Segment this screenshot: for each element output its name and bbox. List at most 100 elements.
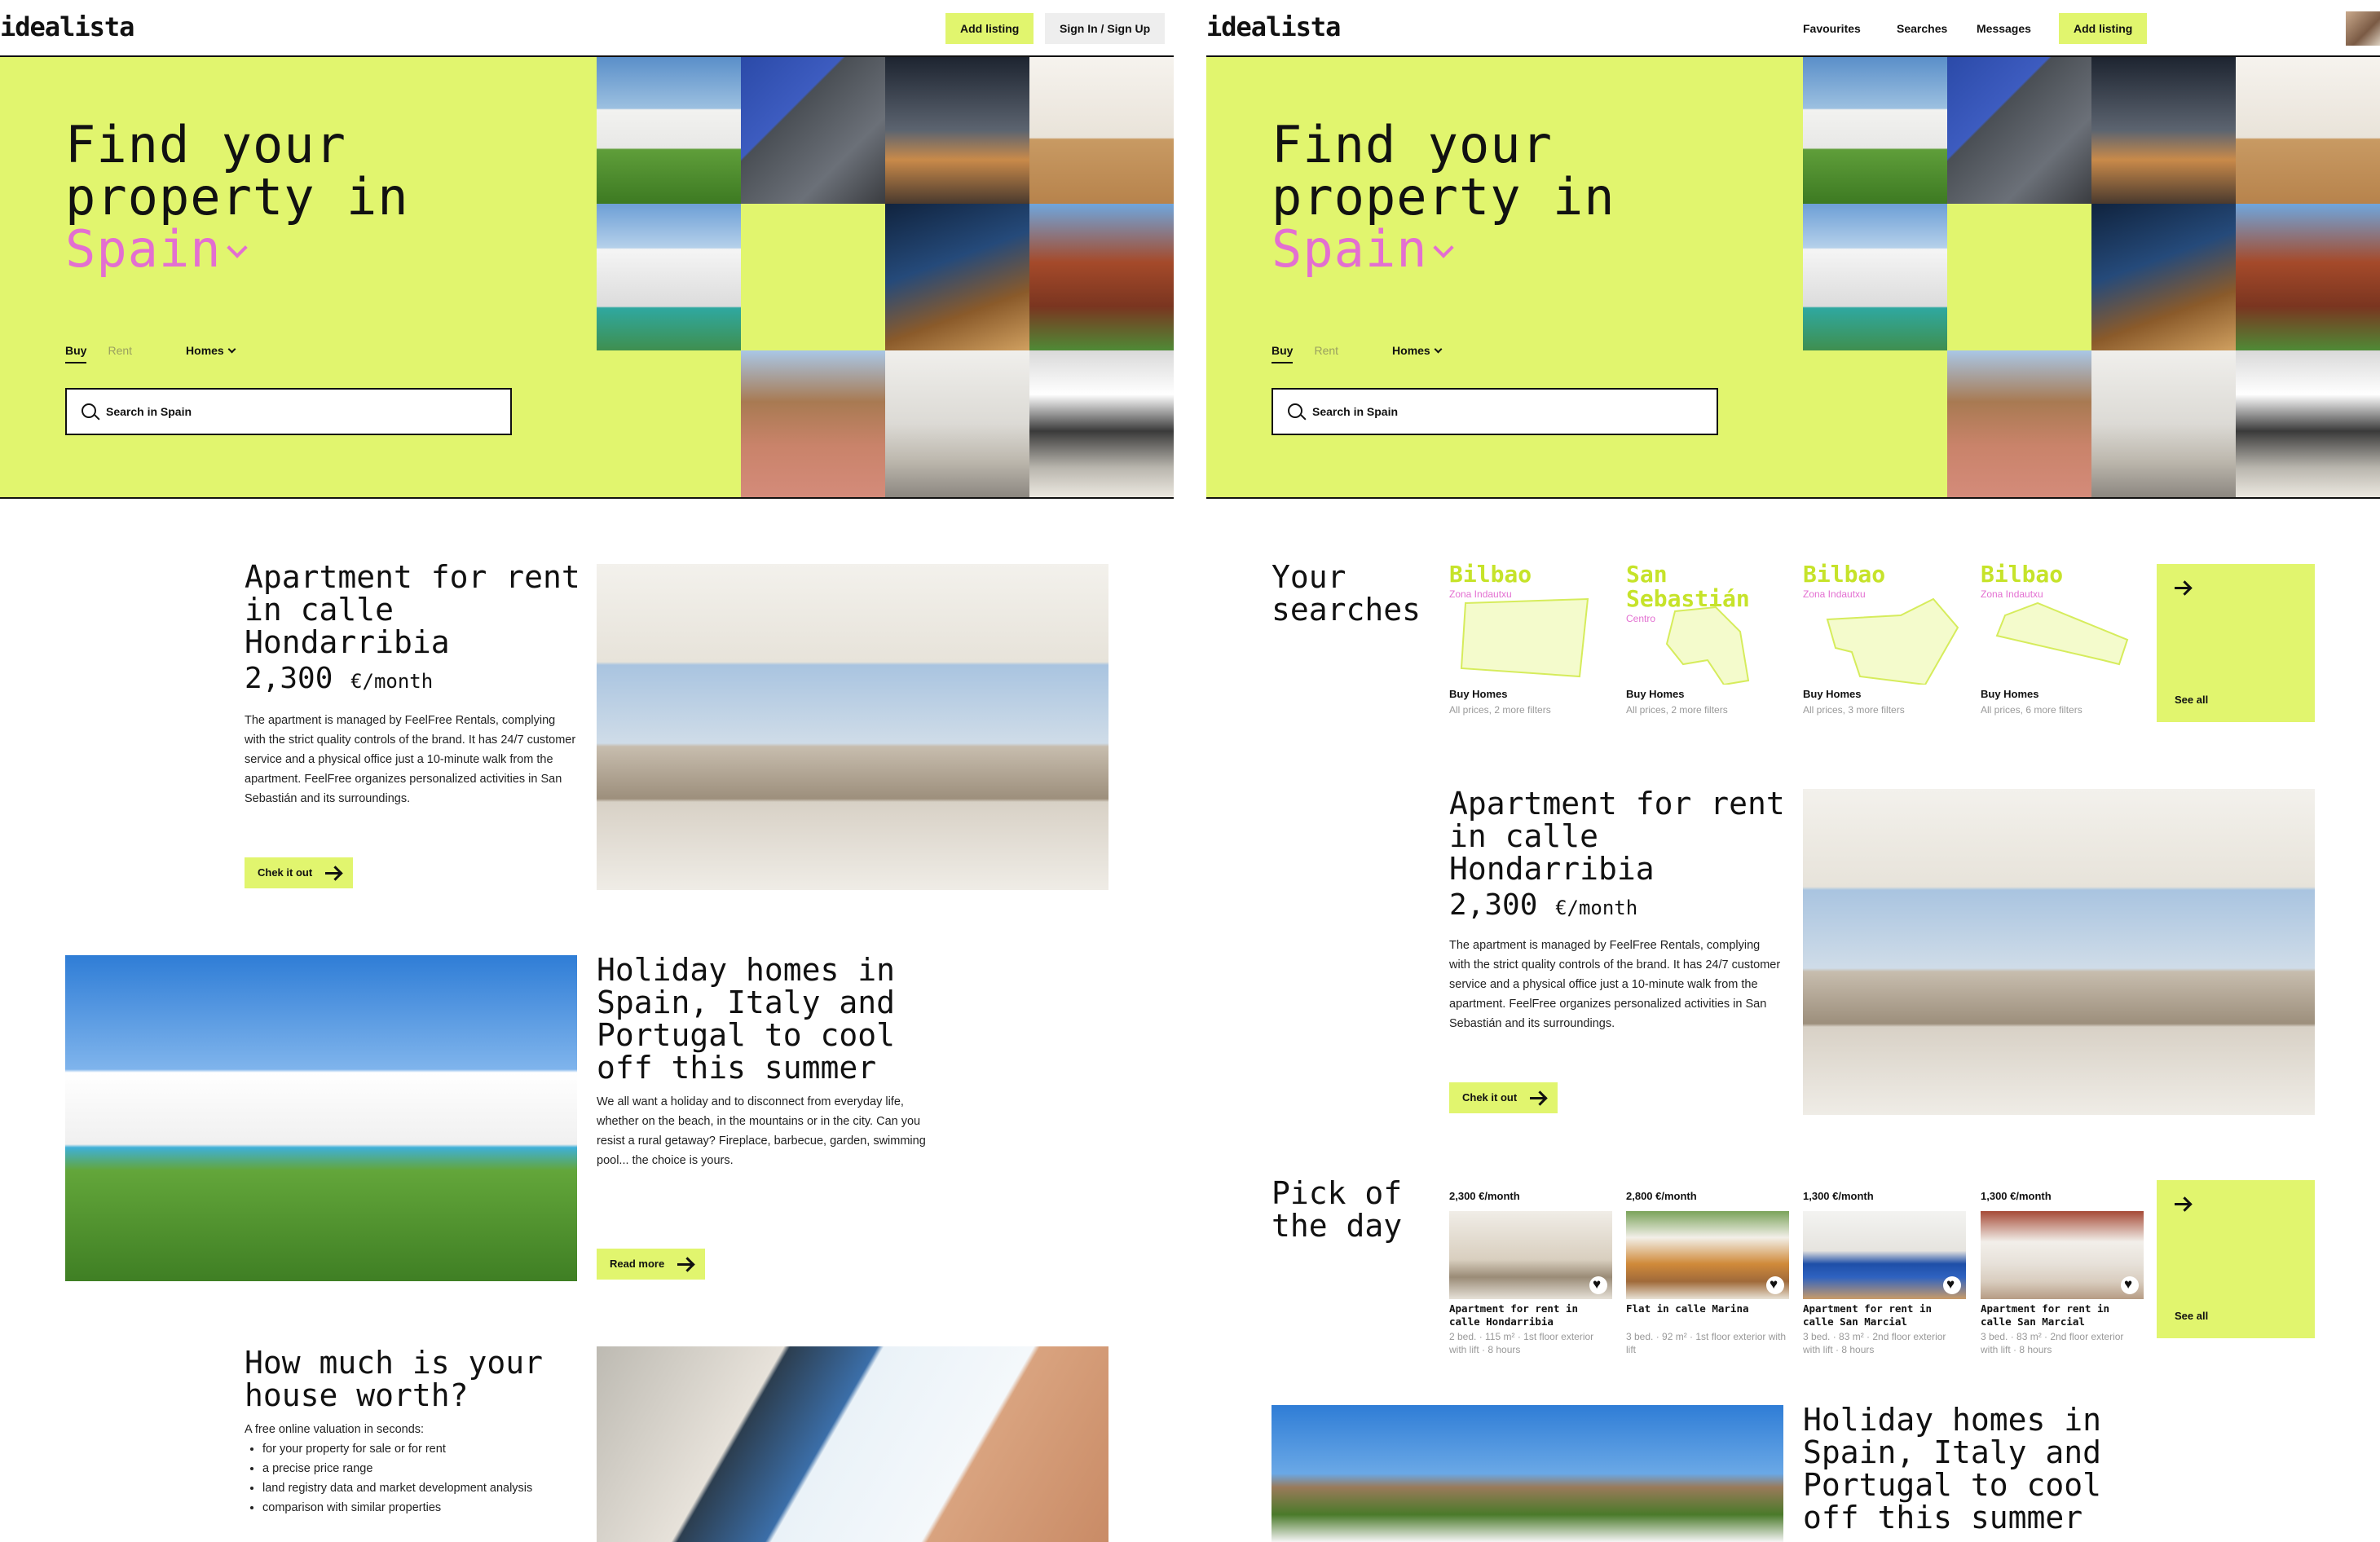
- nav-favourites[interactable]: Favourites: [1803, 22, 1861, 35]
- house-photo: [2236, 57, 2380, 204]
- zone-map-shape: [1665, 606, 1750, 685]
- house-photo: [2091, 350, 2236, 497]
- tab-buy[interactable]: Buy: [65, 344, 87, 363]
- listing-photo: [1449, 1211, 1612, 1299]
- nav-messages[interactable]: Messages: [1977, 22, 2031, 35]
- house-photo: [2091, 204, 2236, 350]
- listing-card[interactable]: 2,800 €/month Flat in calle Marina 3 bed…: [1626, 1179, 1789, 1355]
- grid-accent: [1947, 204, 2091, 350]
- photo-grid: [597, 57, 1174, 499]
- section-title: Your searches: [1272, 559, 1421, 628]
- house-photo: [2236, 350, 2380, 497]
- house-photo: [885, 204, 1029, 350]
- location-selector[interactable]: Spain: [1272, 223, 1615, 275]
- feature-title: Apartment for rent in calle Hondarribia: [1449, 786, 1785, 887]
- arrow-right-icon: [2175, 582, 2193, 593]
- read-more-button[interactable]: Read more: [597, 1249, 706, 1280]
- screen-logged-out: idealista Add listing Sign In / Sign Up …: [0, 0, 1174, 1542]
- saved-search-card[interactable]: Bilbao Zona Indautxu Buy Homes All price…: [1803, 562, 1966, 725]
- list-item: for your property for sale or for rent: [262, 1439, 571, 1459]
- heart-icon[interactable]: [1766, 1276, 1784, 1294]
- top-navigation: idealista Add listing Sign In / Sign Up: [0, 0, 1174, 57]
- house-photo: [1029, 57, 1174, 204]
- house-photo: [1029, 204, 1174, 350]
- check-it-out-button[interactable]: Chek it out: [1449, 1082, 1558, 1113]
- heart-icon[interactable]: [1589, 1276, 1607, 1294]
- arrow-right-icon: [677, 1258, 695, 1270]
- feature-description: We all want a holiday and to disconnect …: [597, 1095, 926, 1167]
- list-item: land registry data and market developmen…: [262, 1478, 571, 1498]
- valuation-tablet-photo: [597, 1346, 1108, 1542]
- list-item: a precise price range: [262, 1459, 571, 1478]
- house-photo: [597, 57, 741, 204]
- feature-description: The apartment is managed by FeelFree Ren…: [1449, 939, 1781, 1030]
- feature-title: Holiday homes in Spain, Italy and Portug…: [597, 952, 896, 1086]
- location-selector[interactable]: Spain: [65, 223, 409, 275]
- listing-card[interactable]: 1,300 €/month Apartment for rent in call…: [1981, 1179, 2144, 1355]
- top-navigation: idealista Favourites Searches Messages A…: [1206, 0, 2380, 57]
- check-it-out-button[interactable]: Chek it out: [245, 857, 354, 888]
- listing-card[interactable]: 2,300 €/month Apartment for rent in call…: [1449, 1179, 1612, 1355]
- house-photo: [741, 57, 885, 204]
- property-type-select[interactable]: Homes: [186, 344, 236, 362]
- valuation-intro: A free online valuation in seconds:: [245, 1423, 425, 1436]
- holiday-home-photo: [65, 955, 577, 1281]
- avatar[interactable]: [2346, 11, 2380, 46]
- logo[interactable]: idealista: [0, 11, 134, 42]
- feature-price: 2,300 €/month: [245, 662, 434, 695]
- arrow-right-icon: [2175, 1198, 2193, 1209]
- add-listing-button[interactable]: Add listing: [945, 13, 1034, 44]
- hero-title: Find your property in Spain: [1272, 115, 1615, 279]
- grid-accent: [1803, 350, 1947, 497]
- see-all-listings-button[interactable]: See all: [2157, 1180, 2315, 1338]
- heart-icon[interactable]: [1943, 1276, 1961, 1294]
- screen-logged-in: idealista Favourites Searches Messages A…: [1206, 0, 2380, 1542]
- photo-grid: [1803, 57, 2380, 499]
- nav-searches[interactable]: Searches: [1897, 22, 1947, 35]
- logo[interactable]: idealista: [1206, 11, 1341, 42]
- feature-price: 2,300 €/month: [1449, 888, 1638, 922]
- feature-title: Apartment for rent in calle Hondarribia: [245, 559, 580, 660]
- feature-description: The apartment is managed by FeelFree Ren…: [245, 714, 576, 805]
- hero: Find your property in Spain Buy Rent Homes…: [0, 57, 1174, 499]
- heart-icon[interactable]: [2121, 1276, 2139, 1294]
- saved-search-card[interactable]: Bilbao Zona Indautxu Buy Homes All price…: [1981, 562, 2144, 725]
- listing-photo: [1981, 1211, 2144, 1299]
- add-listing-button[interactable]: Add listing: [2059, 13, 2148, 44]
- listing-photo: [1626, 1211, 1789, 1299]
- section-title: Pick of the day: [1272, 1175, 1403, 1244]
- search-input[interactable]: Search in Spain: [65, 388, 512, 435]
- zone-map-shape: [1460, 597, 1589, 678]
- house-photo: [2091, 57, 2236, 204]
- search-icon: [82, 403, 96, 418]
- house-photo: [885, 350, 1029, 497]
- tab-rent[interactable]: Rent: [108, 344, 132, 362]
- saved-search-card[interactable]: San Sebastián Centro Buy Homes All price…: [1626, 562, 1789, 725]
- operation-tabs: Buy Rent Homes: [65, 344, 256, 363]
- chevron-down-icon: [227, 345, 236, 354]
- grid-accent: [597, 350, 741, 497]
- chevron-down-icon: [1432, 237, 1454, 258]
- tab-rent[interactable]: Rent: [1314, 344, 1338, 362]
- search-icon: [1288, 403, 1302, 418]
- arrow-right-icon: [325, 867, 343, 879]
- living-room-photo: [597, 564, 1108, 890]
- listing-photo: [1803, 1211, 1966, 1299]
- grid-accent: [741, 204, 885, 350]
- see-all-searches-button[interactable]: See all: [2157, 564, 2315, 722]
- operation-tabs: Buy Rent Homes: [1272, 344, 1462, 363]
- house-photo: [2236, 204, 2380, 350]
- zone-map-shape: [1826, 597, 1959, 685]
- arrow-right-icon: [1530, 1092, 1548, 1104]
- chevron-down-icon: [226, 237, 248, 258]
- list-item: comparison with similar properties: [262, 1498, 571, 1518]
- holiday-home-photo: [1272, 1405, 1783, 1542]
- tab-buy[interactable]: Buy: [1272, 344, 1294, 363]
- saved-search-card[interactable]: Bilbao Zona Indautxu Buy Homes All price…: [1449, 562, 1612, 725]
- valuation-benefits: for your property for sale or for rent a…: [245, 1439, 571, 1518]
- sign-in-button[interactable]: Sign In / Sign Up: [1045, 13, 1166, 44]
- house-photo: [1029, 350, 1174, 497]
- listing-card[interactable]: 1,300 €/month Apartment for rent in call…: [1803, 1179, 1966, 1355]
- property-type-select[interactable]: Homes: [1392, 344, 1443, 362]
- search-input[interactable]: Search in Spain: [1272, 388, 1718, 435]
